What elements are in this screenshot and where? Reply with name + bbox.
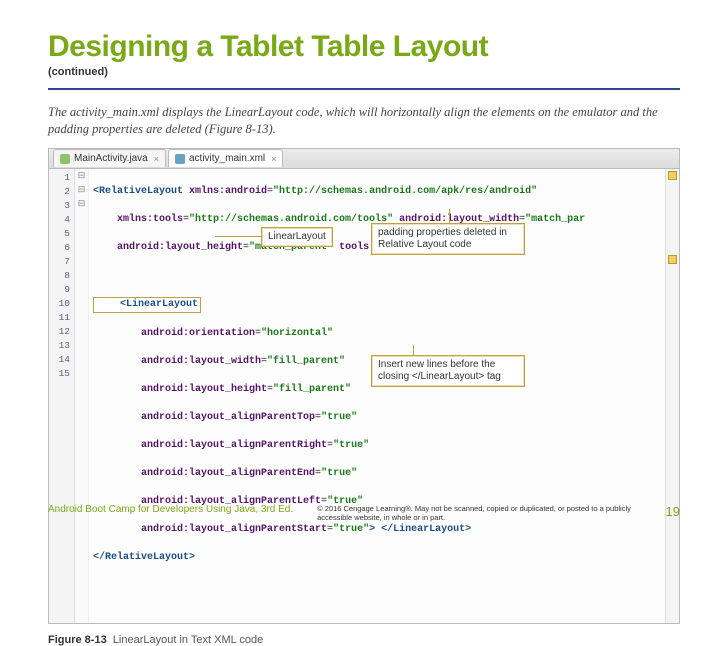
tab-activity-main[interactable]: activity_main.xml × [168, 149, 283, 167]
page-number: 19 [666, 504, 680, 519]
callout-padding-deleted: padding properties deleted in Relative L… [371, 223, 525, 255]
footer-copyright: © 2016 Cengage Learning®. May not be sca… [317, 504, 641, 522]
divider [48, 88, 680, 90]
warning-marker-icon [668, 255, 677, 264]
close-icon[interactable]: × [154, 154, 159, 164]
close-icon[interactable]: × [271, 154, 276, 164]
figure-caption: Figure 8-13 LinearLayout in Text XML cod… [48, 634, 680, 646]
slide-footer: Android Boot Camp for Developers Using J… [48, 504, 680, 522]
editor-tabbar: MainActivity.java × activity_main.xml × [49, 149, 679, 169]
xml-file-icon [175, 154, 185, 164]
callout-insert-lines: Insert new lines before the closing </Li… [371, 355, 525, 387]
tab-label: MainActivity.java [74, 153, 148, 164]
ide-screenshot: MainActivity.java × activity_main.xml × … [48, 148, 680, 624]
callout-leader [215, 236, 261, 237]
marker-gutter [665, 169, 679, 623]
callout-linearlayout: LinearLayout [261, 227, 333, 247]
line-gutter: 123 456 789 101112 131415 [49, 169, 75, 623]
java-file-icon [60, 154, 70, 164]
footer-book-title: Android Boot Camp for Developers Using J… [48, 504, 293, 515]
callout-leader [449, 209, 450, 223]
callout-leader [413, 345, 414, 355]
page-title: Designing a Tablet Table Layout [48, 30, 680, 64]
tab-label: activity_main.xml [189, 153, 265, 164]
warning-marker-icon [668, 171, 677, 180]
intro-text: The activity_main.xml displays the Linea… [48, 104, 680, 138]
fold-gutter: ⊟ ⊟ ⊟ [75, 169, 89, 623]
tab-mainactivity[interactable]: MainActivity.java × [53, 149, 166, 167]
subtitle-continued: (continued) [48, 66, 680, 78]
